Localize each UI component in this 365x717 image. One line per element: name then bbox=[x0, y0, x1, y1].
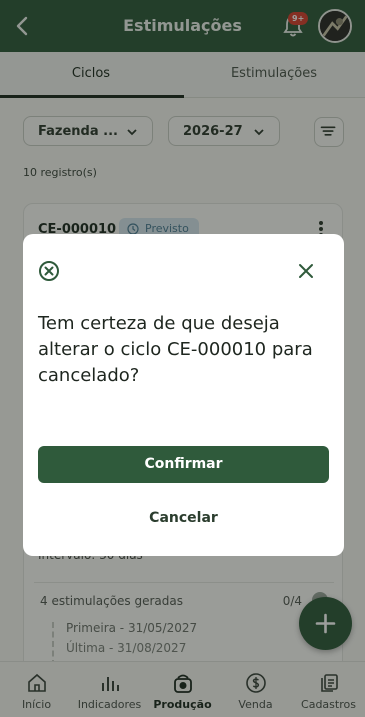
cancel-button[interactable]: Cancelar bbox=[38, 504, 329, 532]
confirm-cancel-dialog: Tem certeza de que deseja alterar o cicl… bbox=[23, 234, 344, 556]
close-icon[interactable] bbox=[297, 262, 315, 280]
dialog-question: Tem certeza de que deseja alterar o cicl… bbox=[38, 313, 313, 386]
cancel-circle-icon bbox=[39, 261, 59, 281]
confirm-button[interactable]: Confirmar bbox=[38, 446, 329, 483]
